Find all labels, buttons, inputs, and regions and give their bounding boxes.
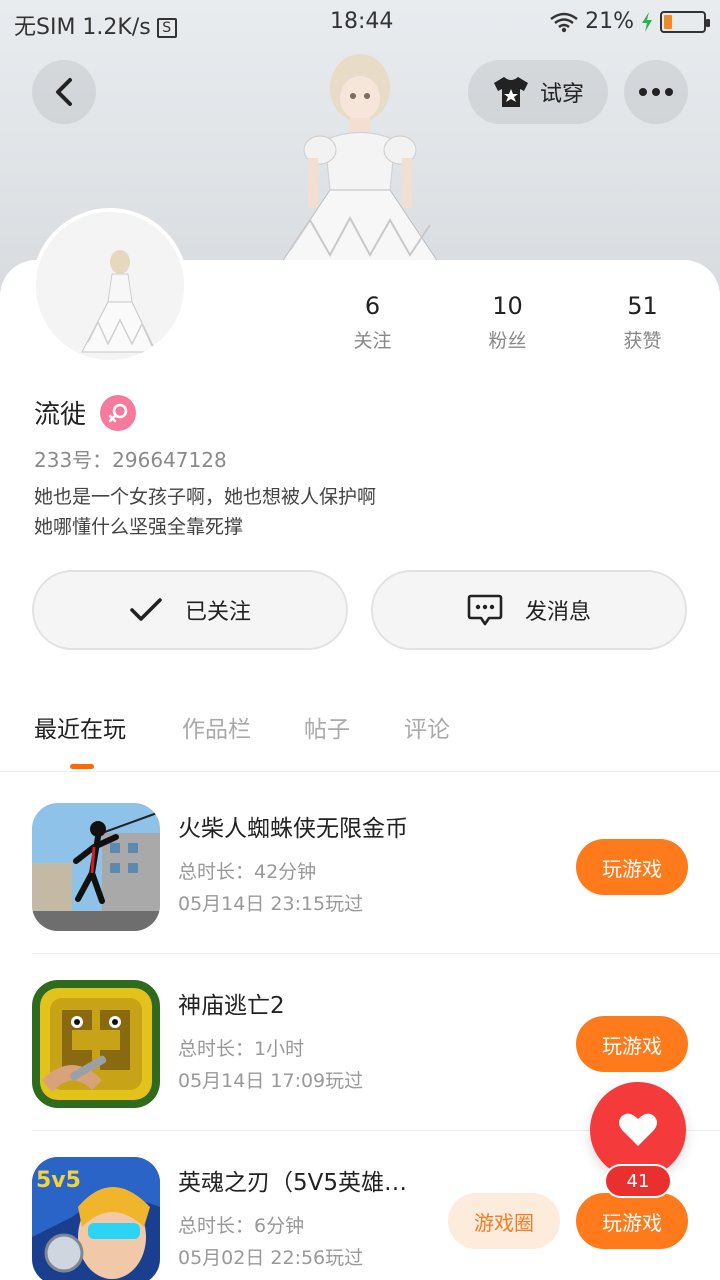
stats-row: 6 关注 10 粉丝 51 获赞 <box>305 292 710 362</box>
stat-fans[interactable]: 10 粉丝 <box>440 292 575 362</box>
game-duration: 总时长：42分钟 <box>178 861 317 883</box>
more-dots-icon <box>639 88 673 96</box>
game-last-played: 05月02日 22:56玩过 <box>178 1247 364 1269</box>
tab-posts[interactable]: 帖子 <box>304 710 350 744</box>
send-message-button[interactable]: 发消息 <box>371 570 687 650</box>
battery-icon <box>660 10 710 33</box>
more-button[interactable] <box>624 60 688 124</box>
bio-line-1: 她也是一个女孩子啊，她也想被人保护啊 <box>34 486 377 508</box>
user-id: 233号：296647128 <box>34 448 227 472</box>
stickman-game-art <box>32 803 160 931</box>
chat-bubble-icon <box>467 594 503 626</box>
temple-run-game-art <box>32 980 160 1108</box>
wifi-icon <box>550 12 578 32</box>
battery-fill <box>664 14 672 29</box>
profile-tabs: 最近在玩 作品栏 帖子 评论 <box>0 700 720 772</box>
stat-following-label: 关注 <box>353 330 392 352</box>
user-bio: 她也是一个女孩子啊，她也想被人保护啊 她哪懂什么坚强全靠死撑 <box>34 482 376 542</box>
game-logo-text: 5v5 <box>36 1168 81 1193</box>
heart-icon <box>619 1113 657 1146</box>
active-tab-indicator <box>70 764 94 769</box>
tab-works[interactable]: 作品栏 <box>182 710 251 744</box>
play-game-button[interactable]: 玩游戏 <box>576 1016 688 1072</box>
game-icon-stickman-spider <box>32 803 160 931</box>
like-count-badge: 41 <box>604 1164 672 1198</box>
female-gender-badge <box>100 394 137 431</box>
user-name: 流徙 <box>34 400 87 430</box>
followed-button[interactable]: 已关注 <box>32 570 348 650</box>
heroes-blade-game-art: 5v5 <box>32 1157 160 1280</box>
female-icon <box>108 403 128 422</box>
clock: 18:44 <box>330 9 394 34</box>
name-row: 流徙 <box>34 394 137 431</box>
check-icon <box>130 598 162 621</box>
stat-fans-label: 粉丝 <box>488 330 527 352</box>
game-title: 英魂之刃（5V5英雄… <box>178 1170 408 1196</box>
avatar-figure <box>36 212 184 360</box>
game-icon-temple-run <box>32 980 160 1108</box>
play-game-button[interactable]: 玩游戏 <box>576 839 688 895</box>
stat-following[interactable]: 6 关注 <box>305 292 440 362</box>
game-icon-heroes-blade: 5v5 <box>32 1157 160 1280</box>
game-duration: 总时长：1小时 <box>178 1038 305 1060</box>
tab-recently-played[interactable]: 最近在玩 <box>34 710 126 744</box>
send-message-label: 发消息 <box>524 600 591 625</box>
stat-likes-label: 获赞 <box>623 330 662 352</box>
game-title: 火柴人蜘蛛侠无限金币 <box>178 816 408 842</box>
game-circle-button[interactable]: 游戏圈 <box>448 1193 560 1249</box>
carrier-info: 无SIM 1.2K/s S <box>14 9 177 41</box>
try-on-button[interactable]: 试穿 <box>468 60 608 124</box>
back-button[interactable] <box>32 60 96 124</box>
game-last-played: 05月14日 23:15玩过 <box>178 893 364 915</box>
bio-line-2: 她哪懂什么坚强全靠死撑 <box>34 516 244 538</box>
battery-percent: 21% <box>585 9 634 34</box>
try-on-label: 试穿 <box>539 82 584 107</box>
tshirt-icon <box>493 77 528 107</box>
carrier-text: 无SIM 1.2K/s <box>14 15 151 40</box>
game-last-played: 05月14日 17:09玩过 <box>178 1070 364 1092</box>
followed-label: 已关注 <box>184 600 251 625</box>
list-item-game[interactable]: 火柴人蜘蛛侠无限金币 总时长：42分钟 05月14日 23:15玩过 玩游戏 <box>0 777 720 954</box>
status-right: 21% <box>549 9 710 34</box>
stat-likes-count: 51 <box>627 292 658 320</box>
game-title: 神庙逃亡2 <box>178 993 285 1019</box>
game-duration: 总时长：6分钟 <box>178 1215 305 1237</box>
charging-icon <box>642 11 652 32</box>
chevron-left-icon <box>56 78 72 106</box>
stat-following-count: 6 <box>364 292 381 320</box>
sim-icon: S <box>156 18 177 38</box>
play-game-button[interactable]: 玩游戏 <box>576 1193 688 1249</box>
avatar[interactable] <box>32 208 188 364</box>
tab-comments[interactable]: 评论 <box>404 710 450 744</box>
status-bar: 无SIM 1.2K/s S 18:44 21% <box>0 0 720 46</box>
stat-likes[interactable]: 51 获赞 <box>575 292 710 362</box>
stat-fans-count: 10 <box>492 292 523 320</box>
